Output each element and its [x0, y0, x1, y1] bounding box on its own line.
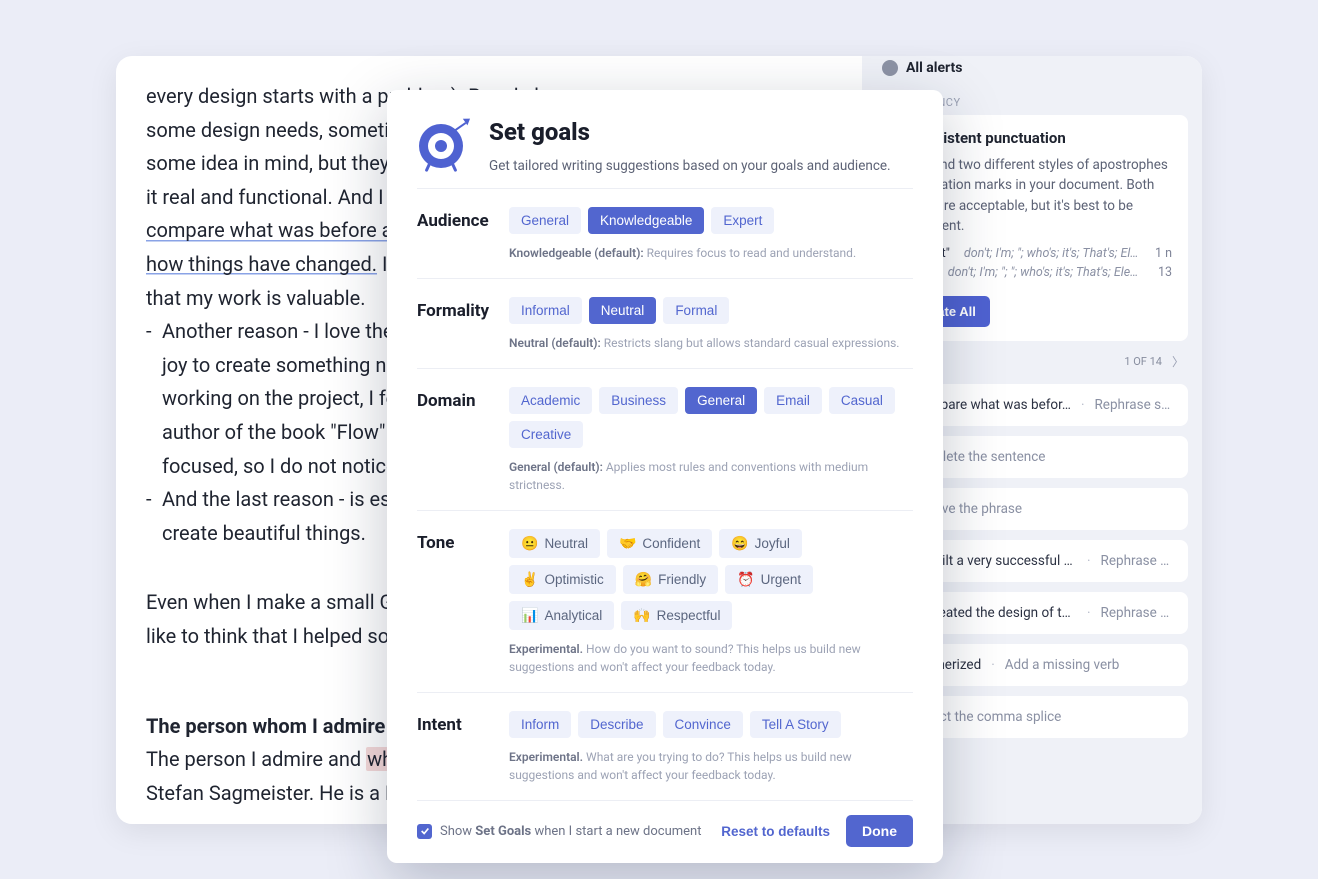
setting-formality: FormalityInformal NeutralFormal Neutral (d… — [417, 278, 913, 368]
tone-label: Neutral — [544, 536, 588, 551]
tone-label: Optimistic — [544, 572, 603, 587]
set-goals-modal: Set goals Get tailored writing suggestio… — [387, 90, 943, 863]
alert-count-icon — [882, 60, 898, 76]
setting-label: Formality — [417, 297, 509, 321]
suggestion-text: Complete the sentence — [907, 449, 1174, 465]
done-button[interactable]: Done — [846, 815, 913, 847]
show-goals-checkbox[interactable]: Show Set Goals when I start a new docume… — [417, 824, 702, 839]
domain-option[interactable]: Email — [764, 387, 822, 414]
checkbox-icon[interactable] — [417, 824, 432, 839]
audience-option[interactable]: General — [509, 207, 581, 234]
setting-label: Intent — [417, 711, 509, 735]
tone-option[interactable]: ✌️ Optimistic — [509, 565, 616, 594]
tone-emoji-icon: 📊 — [521, 607, 538, 624]
suggestion-hint: Rephrase senten — [1094, 397, 1174, 413]
domain-option[interactable]: Business — [599, 387, 678, 414]
intent-option[interactable]: Inform — [509, 711, 571, 738]
setting-note: Experimental. What are you trying to do?… — [509, 748, 913, 784]
tone-option[interactable]: 🙌 Respectful — [621, 601, 732, 630]
setting-note: Knowledgeable (default): Requires focus … — [509, 244, 913, 262]
domain-option[interactable]: Casual — [829, 387, 895, 414]
domain-option[interactable]: General — [685, 387, 757, 414]
modal-footer: Show Set Goals when I start a new docume… — [417, 800, 913, 847]
tone-label: Urgent — [761, 572, 802, 587]
setting-label: Audience — [417, 207, 509, 231]
issue-list: don't; I'm; "; "; who's; it's; That's; E… — [948, 265, 1144, 280]
setting-note: General (default): Applies most rules an… — [509, 458, 913, 494]
audience-option[interactable]: Knowledgeable — [588, 207, 704, 234]
checkbox-label: Show Set Goals when I start a new docume… — [440, 824, 702, 839]
tone-emoji-icon: ⏰ — [737, 571, 754, 588]
tone-label: Respectful — [657, 608, 721, 623]
modal-subtitle: Get tailored writing suggestions based o… — [489, 158, 913, 174]
audience-option[interactable]: Expert — [711, 207, 774, 234]
formality-option[interactable]: Neutral — [589, 297, 657, 324]
setting-audience: AudienceGeneral Knowledgeable Expert Knowle… — [417, 188, 913, 278]
suggestion-hint: Rephrase senten — [1101, 553, 1174, 569]
tone-label: Joyful — [755, 536, 790, 551]
reset-defaults-button[interactable]: Reset to defaults — [721, 824, 830, 839]
tone-option[interactable]: ⏰ Urgent — [725, 565, 813, 594]
domain-option[interactable]: Creative — [509, 421, 583, 448]
issue-list: don't; I'm; "; who's; it's; That's; Elen… — [964, 246, 1141, 261]
tone-emoji-icon: 🙌 — [633, 607, 650, 624]
tone-emoji-icon: 😐 — [521, 535, 538, 552]
setting-domain: DomainAcademic Business General Email Casual… — [417, 368, 913, 510]
setting-note: Experimental. How do you want to sound? … — [509, 640, 913, 676]
modal-title: Set goals — [489, 118, 913, 146]
target-icon — [417, 118, 469, 170]
tone-option[interactable]: 🤝 Confident — [607, 529, 712, 558]
intent-option[interactable]: Tell A Story — [750, 711, 841, 738]
tone-label: Friendly — [658, 572, 706, 587]
tone-label: Confident — [642, 536, 700, 551]
panel-header[interactable]: All alerts — [862, 60, 1202, 84]
suggestion-text: Remove the phrase — [907, 501, 1174, 517]
suggestion-hint: Add a missing verb — [1005, 657, 1174, 673]
suggestion-hint: Rephrase senten — [1101, 605, 1174, 621]
formality-option[interactable]: Formal — [663, 297, 729, 324]
panel-header-label: All alerts — [906, 60, 962, 76]
suggestion-text: Correct the comma splice — [907, 709, 1174, 725]
pager-next-icon[interactable]: 〉 — [1172, 353, 1184, 370]
setting-intent: IntentInform Describe Convince Tell A Story… — [417, 692, 913, 800]
tone-option[interactable]: 📊 Analytical — [509, 601, 614, 630]
pager-text: 1 OF 14 — [1124, 355, 1162, 368]
tone-label: Analytical — [544, 608, 602, 623]
tone-emoji-icon: 🤝 — [619, 535, 636, 552]
tone-option[interactable]: 🤗 Friendly — [623, 565, 718, 594]
setting-label: Domain — [417, 387, 509, 411]
setting-tone: Tone 😐 Neutral 🤝 Confident 😄 Joyful ✌️ Optimisti… — [417, 510, 913, 692]
tone-emoji-icon: 😄 — [731, 535, 748, 552]
issue-count: 13 — [1158, 265, 1172, 280]
domain-option[interactable]: Academic — [509, 387, 592, 414]
intent-option[interactable]: Convince — [663, 711, 743, 738]
tone-option[interactable]: 😄 Joyful — [719, 529, 802, 558]
tone-option[interactable]: 😐 Neutral — [509, 529, 600, 558]
setting-label: Tone — [417, 529, 509, 553]
formality-option[interactable]: Informal — [509, 297, 582, 324]
issue-count: 1 n — [1155, 246, 1172, 261]
intent-option[interactable]: Describe — [578, 711, 655, 738]
tone-emoji-icon: ✌️ — [521, 571, 538, 588]
setting-note: Neutral (default): Restricts slang but a… — [509, 334, 913, 352]
tone-emoji-icon: 🤗 — [635, 571, 652, 588]
